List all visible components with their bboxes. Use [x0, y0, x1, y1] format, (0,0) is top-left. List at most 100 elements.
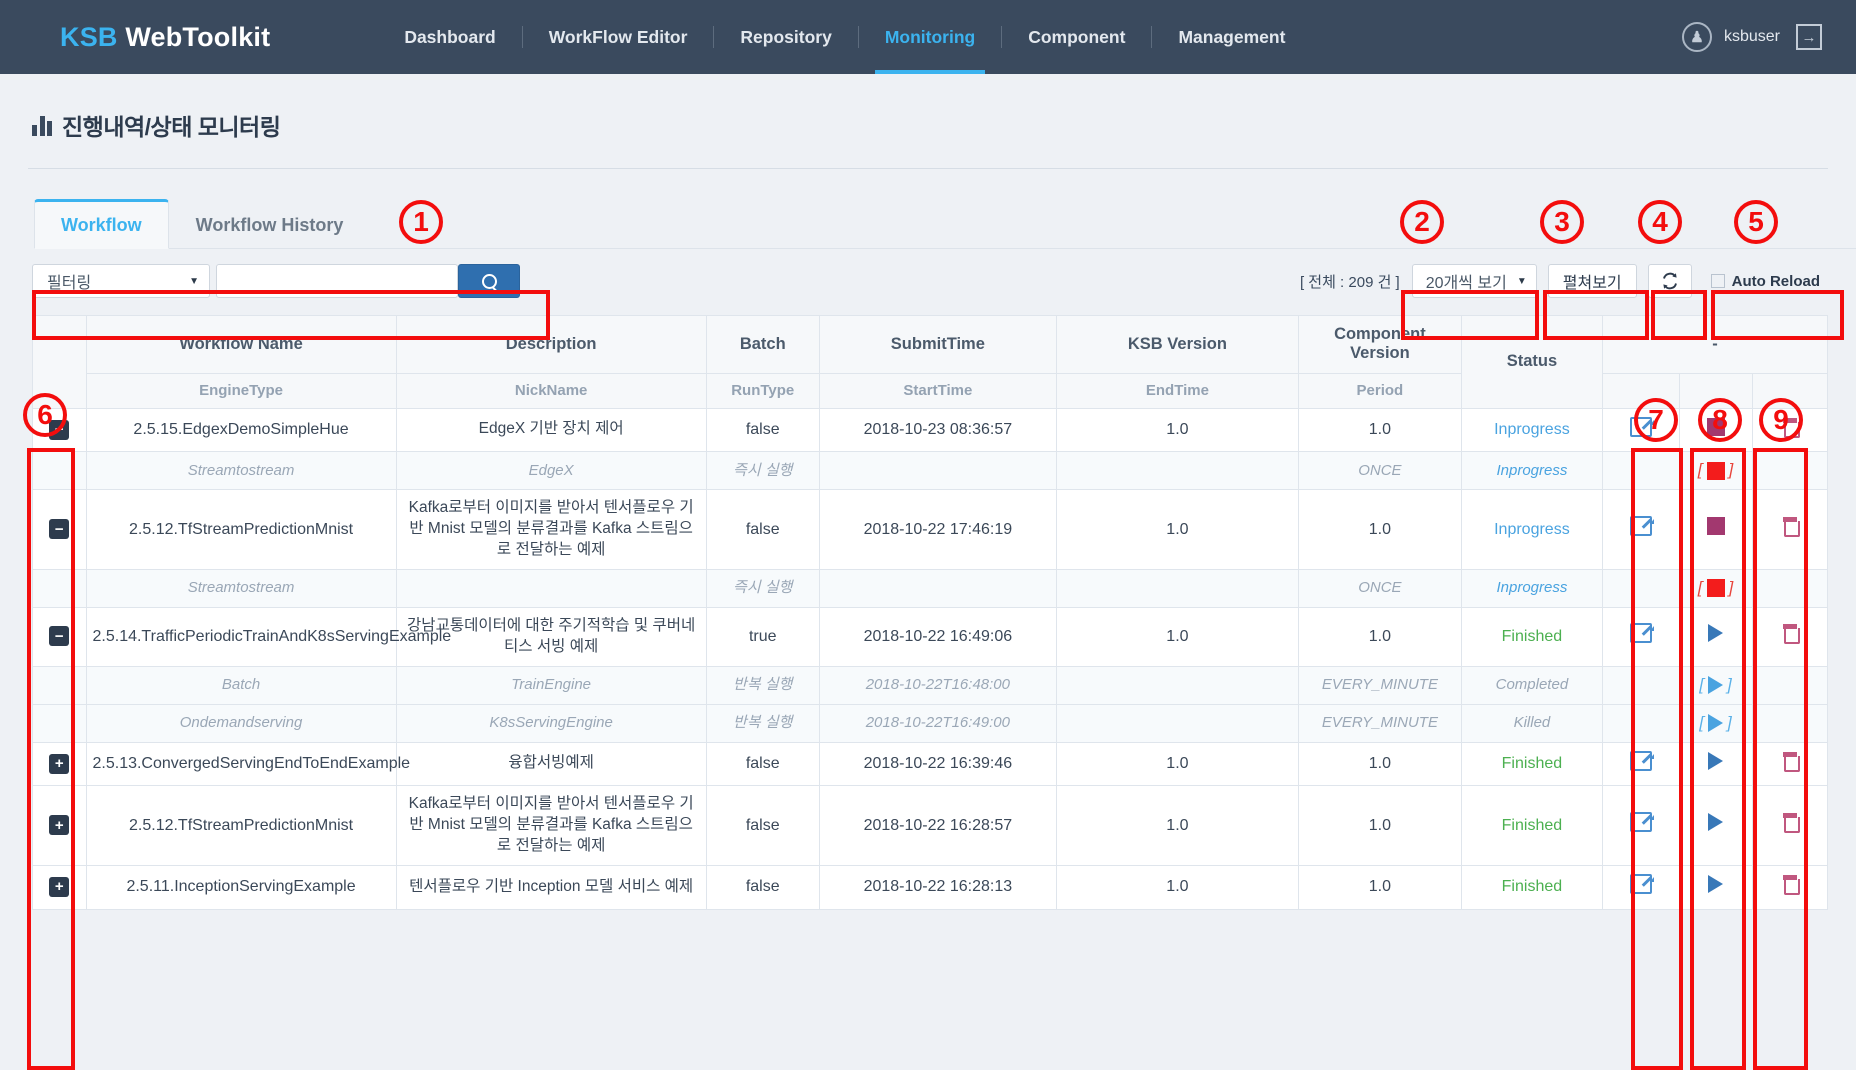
bracket-right: ]: [1728, 577, 1734, 597]
table-subrow: Ondemandserving K8sServingEngine 반복 실행 2018…: [32, 703, 1828, 743]
cell-workflow-name: 2.5.13.ConvergedServingEndToEndExample: [85, 741, 410, 787]
stop-icon[interactable]: [1706, 461, 1725, 480]
nav-item-dashboard[interactable]: Dashboard: [378, 0, 521, 74]
page-header: 진행내역/상태 모니터링: [32, 108, 1856, 142]
row-toggle-cell: −: [32, 407, 87, 453]
cell-description: EdgeX 기반 장치 제어: [395, 407, 707, 453]
edit-icon[interactable]: [1629, 750, 1654, 771]
row-toggle-cell: +: [32, 785, 87, 866]
cell-ksb-version: 1.0: [1055, 785, 1299, 866]
logout-icon[interactable]: →: [1796, 24, 1822, 50]
header-ksb-version[interactable]: KSB Version: [1055, 315, 1299, 374]
cell-status: Inprogress: [1460, 568, 1603, 608]
delete-icon[interactable]: [1782, 874, 1800, 895]
nav-item-management[interactable]: Management: [1152, 0, 1311, 74]
cell-submit-time: 2018-10-22 16:49:06: [818, 606, 1057, 667]
cell-end-time: [1055, 665, 1299, 705]
search-input[interactable]: [216, 264, 458, 298]
expand-toggle-plus[interactable]: +: [49, 876, 70, 897]
play-icon[interactable]: [1708, 676, 1724, 695]
reload-button[interactable]: [1647, 264, 1692, 298]
header-description[interactable]: Description: [395, 315, 707, 374]
bracket-right: ]: [1728, 460, 1734, 480]
nav-item-workflow-editor[interactable]: WorkFlow Editor: [523, 0, 714, 74]
header-batch[interactable]: Batch: [705, 315, 820, 374]
filter-toolbar: 필터링 ▼ [ 전체 : 209 건 ] 20개씩 보기 ▼ 펼쳐보기 Auto…: [32, 259, 1828, 303]
cell-action-run: []: [1678, 568, 1753, 608]
toolbar-right-group: [ 전체 : 209 건 ] 20개씩 보기 ▼ 펼쳐보기 Auto Reloa…: [1300, 259, 1828, 303]
header-action-edit: [1601, 372, 1680, 409]
expand-toggle-minus[interactable]: −: [49, 419, 70, 440]
cell-workflow-name: 2.5.12.TfStreamPredictionMnist: [85, 489, 397, 570]
cell-action-delete: [1751, 606, 1828, 667]
total-count-label: [ 전체 : 209 건 ]: [1299, 273, 1400, 291]
play-icon[interactable]: [1708, 624, 1724, 643]
app-logo[interactable]: KSB WebToolkit: [60, 22, 270, 53]
tab-workflow-history[interactable]: Workflow History: [169, 201, 371, 249]
header-submit-time[interactable]: SubmitTime: [818, 315, 1057, 374]
page-size-select[interactable]: 20개씩 보기 ▼: [1411, 264, 1537, 298]
play-icon[interactable]: [1708, 813, 1724, 832]
play-icon[interactable]: [1708, 751, 1724, 770]
edit-icon[interactable]: [1629, 812, 1654, 833]
cell-end-time: [1055, 703, 1299, 743]
search-button[interactable]: [458, 264, 520, 298]
nav-item-repository[interactable]: Repository: [714, 0, 857, 74]
delete-icon[interactable]: [1782, 417, 1800, 438]
cell-status: Inprogress: [1460, 489, 1603, 570]
expand-all-button[interactable]: 펼쳐보기: [1547, 264, 1637, 298]
header-start-time: StartTime: [818, 372, 1057, 409]
header-period: Period: [1297, 372, 1462, 409]
play-icon[interactable]: [1708, 714, 1724, 733]
cell-action-delete: [1751, 665, 1828, 705]
subrow-toggle-cell: [32, 703, 87, 743]
cell-status: Killed: [1460, 703, 1603, 743]
table-subrow: Streamtostream 즉시 실행 ONCE Inprogress []: [32, 568, 1828, 608]
delete-icon[interactable]: [1782, 813, 1800, 834]
cell-action-edit: [1601, 489, 1680, 570]
cell-ksb-version: 1.0: [1055, 864, 1299, 910]
table-row: −2.5.14.TrafficPeriodicTrainAndK8sServin…: [32, 606, 1828, 667]
cell-ksb-version: 1.0: [1055, 606, 1299, 667]
header-component-version[interactable]: Component Version: [1297, 315, 1462, 374]
cell-engine-type: Streamtostream: [85, 451, 397, 491]
main-nav: Dashboard WorkFlow Editor Repository Mon…: [378, 0, 1311, 74]
nav-item-component[interactable]: Component: [1002, 0, 1151, 74]
stop-icon[interactable]: [1706, 417, 1725, 436]
expand-toggle-minus[interactable]: −: [49, 626, 70, 647]
cell-start-time: 2018-10-22T16:48:00: [818, 665, 1057, 705]
expand-toggle-plus[interactable]: +: [49, 753, 70, 774]
user-circle-icon[interactable]: ♟: [1681, 22, 1712, 52]
expand-toggle-minus[interactable]: −: [49, 519, 70, 540]
edit-icon[interactable]: [1629, 516, 1654, 537]
cell-start-time: [818, 568, 1057, 608]
delete-icon[interactable]: [1782, 751, 1800, 772]
stop-icon[interactable]: [1706, 579, 1725, 598]
cell-submit-time: 2018-10-22 17:46:19: [818, 489, 1057, 570]
filter-select[interactable]: 필터링 ▼: [32, 264, 210, 298]
expand-toggle-plus[interactable]: +: [49, 815, 70, 836]
play-icon[interactable]: [1708, 874, 1724, 893]
stop-icon[interactable]: [1706, 517, 1725, 536]
auto-reload-checkbox[interactable]: [1710, 274, 1725, 288]
cell-status: Finished: [1460, 864, 1603, 910]
nav-item-monitoring[interactable]: Monitoring: [859, 0, 1001, 74]
table-subrow: Batch TrainEngine 반복 실행 2018-10-22T16:48:00…: [32, 665, 1828, 705]
cell-status: Inprogress: [1460, 407, 1603, 453]
cell-action-edit: [1601, 665, 1680, 705]
auto-reload-toggle[interactable]: Auto Reload: [1703, 264, 1828, 298]
cell-action-run: [1678, 785, 1753, 866]
edit-icon[interactable]: [1629, 873, 1654, 894]
cell-start-time: [818, 451, 1057, 491]
header-status[interactable]: Status: [1460, 315, 1603, 409]
header-workflow-name[interactable]: Workflow Name: [85, 315, 397, 374]
edit-icon[interactable]: [1629, 416, 1654, 437]
tab-workflow[interactable]: Workflow: [34, 199, 169, 249]
cell-action-run: [1678, 407, 1753, 453]
edit-icon[interactable]: [1629, 623, 1654, 644]
bracket-right: ]: [1727, 674, 1732, 694]
cell-period: ONCE: [1297, 568, 1462, 608]
delete-icon[interactable]: [1782, 624, 1800, 645]
delete-icon[interactable]: [1782, 517, 1800, 538]
bracket-left: [: [1697, 577, 1703, 597]
